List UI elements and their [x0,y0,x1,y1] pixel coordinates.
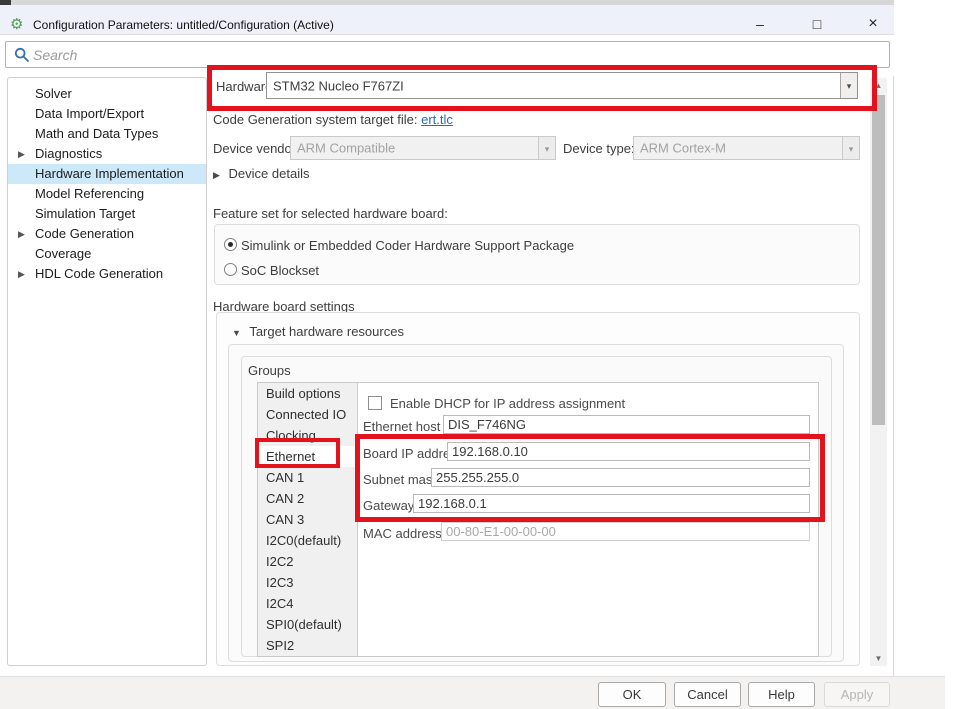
footer-bar: OK Cancel Help Apply [0,676,945,709]
group-item-can1[interactable]: CAN 1 [258,467,357,488]
expand-arrow-icon[interactable]: ▶ [18,144,25,164]
feature-set-panel: Simulink or Embedded Coder Hardware Supp… [214,224,860,285]
group-item-ethernet[interactable]: Ethernet [258,446,357,467]
target-file-row: Code Generation system target file: ert.… [213,112,453,127]
group-item-i2c4[interactable]: I2C4 [258,593,357,614]
radio-simulink-support-package[interactable] [224,238,237,251]
minimize-button[interactable]: – [745,13,775,35]
vertical-scrollbar[interactable]: ▲ ▼ [870,78,887,666]
group-item-i2c2[interactable]: I2C2 [258,551,357,572]
sidebar-item-label: Simulation Target [35,206,135,221]
group-item-spi0[interactable]: SPI0(default) [258,614,357,635]
board-ip-input[interactable] [447,442,810,461]
chevron-down-icon[interactable]: ▾ [840,73,857,98]
scrollbar-thumb[interactable] [872,95,885,425]
target-resources-label: Target hardware resources [249,324,404,339]
radio-simulink-support-package-label: Simulink or Embedded Coder Hardware Supp… [241,238,574,253]
group-item-spi2[interactable]: SPI2 [258,635,357,656]
apply-button: Apply [824,682,890,707]
sidebar-item-label: Hardware Implementation [35,166,184,181]
sidebar-item-code-generation[interactable]: ▶ Code Generation [8,224,206,244]
sidebar-item-label: Math and Data Types [35,126,158,141]
cancel-button[interactable]: Cancel [674,682,741,707]
search-input[interactable] [33,43,873,66]
configuration-parameters-dialog: ⚙ Configuration Parameters: untitled/Con… [0,0,957,709]
group-item-can3[interactable]: CAN 3 [258,509,357,530]
hardware-board-value: STM32 Nucleo F767ZI [273,78,404,93]
subnet-mask-input[interactable] [431,468,810,487]
group-item-connected-io[interactable]: Connected IO [258,404,357,425]
group-item-clocking[interactable]: Clocking [258,425,357,446]
sidebar-item-data-import-export[interactable]: Data Import/Export [8,104,206,124]
gateway-input[interactable] [413,494,810,513]
group-item-i2c3[interactable]: I2C3 [258,572,357,593]
sidebar-item-label: Code Generation [35,226,134,241]
device-details-toggle[interactable]: ▶ Device details [213,166,309,181]
target-file-label: Code Generation system target file: [213,112,418,127]
titlebar: ⚙ Configuration Parameters: untitled/Con… [0,5,894,35]
group-item-build-options[interactable]: Build options [258,383,357,404]
host-name-input[interactable] [443,415,810,434]
groups-label: Groups [248,363,291,378]
chevron-down-icon: ▾ [538,137,555,159]
chevron-down-icon: ▾ [842,137,859,159]
target-resources-toggle[interactable]: ▼ Target hardware resources [232,324,404,339]
expand-arrow-icon[interactable]: ▶ [18,224,25,244]
dhcp-checkbox[interactable] [368,396,382,410]
device-type-combobox: ARM Cortex-M ▾ [633,136,860,160]
radio-dot [228,242,233,247]
scroll-down-icon[interactable]: ▼ [870,651,887,666]
dhcp-label: Enable DHCP for IP address assignment [390,396,625,411]
sidebar-item-math-and-data-types[interactable]: Math and Data Types [8,124,206,144]
sidebar-item-label: Model Referencing [35,186,144,201]
group-item-can2[interactable]: CAN 2 [258,488,357,509]
expand-arrow-icon[interactable]: ▶ [18,264,25,284]
sidebar-item-solver[interactable]: Solver [8,84,206,104]
maximize-button[interactable]: □ [802,13,832,35]
hardware-board-combobox[interactable]: STM32 Nucleo F767ZI ▾ [266,72,858,99]
sidebar-item-label: Coverage [35,246,91,261]
sidebar-item-simulation-target[interactable]: Simulation Target [8,204,206,224]
gear-icon: ⚙ [10,17,23,32]
sidebar-item-model-referencing[interactable]: Model Referencing [8,184,206,204]
scroll-up-icon[interactable]: ▲ [870,78,887,93]
groups-list: Build options Connected IO Clocking Ethe… [257,382,358,657]
search-icon [14,47,30,63]
target-file-link[interactable]: ert.tlc [421,112,453,127]
device-vendor-combobox: ARM Compatible ▾ [290,136,556,160]
mac-address-input [441,522,810,541]
search-row [0,35,894,76]
search-box[interactable] [5,41,890,68]
sidebar-item-diagnostics[interactable]: ▶ Diagnostics [8,144,206,164]
sidebar-item-coverage[interactable]: Coverage [8,244,206,264]
gateway-label: Gateway: [363,498,418,513]
ok-button[interactable]: OK [598,682,666,707]
group-item-spi3[interactable]: SPI3 [258,656,357,657]
device-type-value: ARM Cortex-M [640,141,726,156]
sidebar-item-label: Data Import/Export [35,106,144,121]
radio-soc-blockset-label: SoC Blockset [241,263,319,278]
collapse-arrow-icon: ▼ [232,328,241,338]
device-type-label: Device type: [563,141,635,156]
radio-soc-blockset[interactable] [224,263,237,276]
sidebar-item-label: Diagnostics [35,146,102,161]
sidebar-item-label: Solver [35,86,72,101]
sidebar-item-hdl-code-generation[interactable]: ▶ HDL Code Generation [8,264,206,284]
device-vendor-value: ARM Compatible [297,141,395,156]
feature-set-label: Feature set for selected hardware board: [213,206,448,221]
expand-arrow-icon: ▶ [213,170,220,180]
device-vendor-label: Device vendor: [213,141,300,156]
help-button[interactable]: Help [748,682,815,707]
group-item-i2c0[interactable]: I2C0(default) [258,530,357,551]
window-title: Configuration Parameters: untitled/Confi… [33,18,334,32]
sidebar-tree: Solver Data Import/Export Math and Data … [7,77,207,666]
mac-address-label: MAC address: [363,526,445,541]
sidebar-item-hardware-implementation[interactable]: Hardware Implementation [8,164,206,184]
device-details-label: Device details [229,166,310,181]
close-button[interactable]: × [858,13,888,35]
sidebar-item-label: HDL Code Generation [35,266,163,281]
